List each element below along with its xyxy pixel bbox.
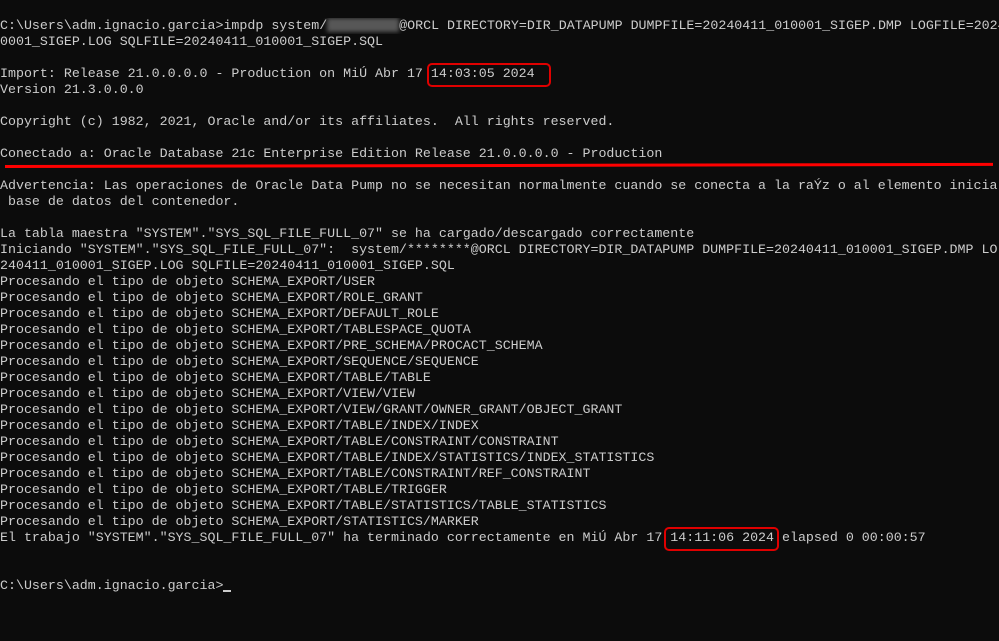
processing-line: Procesando el tipo de objeto SCHEMA_EXPO… — [0, 322, 471, 337]
end-time-highlight — [664, 527, 779, 551]
prompt-line: C:\Users\adm.ignacio.garcia> — [0, 578, 999, 594]
command-line: C:\Users\adm.ignacio.garcia>impdp system… — [0, 18, 999, 34]
finished-line: El trabajo "SYSTEM"."SYS_SQL_FILE_FULL_0… — [0, 530, 999, 546]
prompt: C:\Users\adm.ignacio.garcia> — [0, 578, 224, 593]
starting-line: 240411_010001_SIGEP.LOG SQLFILE=20240411… — [0, 258, 455, 273]
start-time-highlight — [427, 63, 551, 87]
processing-line: Procesando el tipo de objeto SCHEMA_EXPO… — [0, 450, 655, 465]
command-text: impdp system/ — [223, 18, 328, 33]
master-table-line: La tabla maestra "SYSTEM"."SYS_SQL_FILE_… — [0, 226, 695, 241]
processing-line: Procesando el tipo de objeto SCHEMA_EXPO… — [0, 418, 479, 433]
warning-line: Advertencia: Las operaciones de Oracle D… — [0, 178, 998, 193]
warning-line: base de datos del contenedor. — [0, 194, 240, 209]
prompt: C:\Users\adm.ignacio.garcia> — [0, 18, 224, 33]
processing-line: Procesando el tipo de objeto SCHEMA_EXPO… — [0, 434, 559, 449]
processing-line: Procesando el tipo de objeto SCHEMA_EXPO… — [0, 402, 623, 417]
processing-line: Procesando el tipo de objeto SCHEMA_EXPO… — [0, 338, 543, 353]
cursor — [223, 590, 232, 592]
redacted-password — [327, 18, 400, 33]
terminal-output[interactable]: C:\Users\adm.ignacio.garcia>impdp system… — [0, 2, 999, 594]
command-text: @ORCL DIRECTORY=DIR_DATAPUMP DUMPFILE=20… — [399, 18, 999, 33]
finished-text: El trabajo "SYSTEM"."SYS_SQL_FILE_FULL_0… — [0, 530, 671, 545]
processing-line: Procesando el tipo de objeto SCHEMA_EXPO… — [0, 466, 591, 481]
elapsed-text: elapsed 0 00:00:57 — [774, 530, 926, 545]
starting-line: Iniciando "SYSTEM"."SYS_SQL_FILE_FULL_07… — [0, 242, 998, 257]
command-wrap: 0001_SIGEP.LOG SQLFILE=20240411_010001_S… — [0, 34, 384, 49]
processing-line: Procesando el tipo de objeto SCHEMA_EXPO… — [0, 498, 607, 513]
copyright-line: Copyright (c) 1982, 2021, Oracle and/or … — [0, 114, 615, 129]
connected-line: Conectado a: Oracle Database 21c Enterpr… — [0, 146, 663, 161]
processing-line: Procesando el tipo de objeto SCHEMA_EXPO… — [0, 514, 479, 529]
processing-line: Procesando el tipo de objeto SCHEMA_EXPO… — [0, 290, 423, 305]
cut-off-line — [0, 2, 999, 18]
processing-line: Procesando el tipo de objeto SCHEMA_EXPO… — [0, 306, 439, 321]
processing-line: Procesando el tipo de objeto SCHEMA_EXPO… — [0, 482, 447, 497]
processing-line: Procesando el tipo de objeto SCHEMA_EXPO… — [0, 370, 431, 385]
processing-line: Procesando el tipo de objeto SCHEMA_EXPO… — [0, 386, 415, 401]
processing-line: Procesando el tipo de objeto SCHEMA_EXPO… — [0, 354, 479, 369]
processing-line: Procesando el tipo de objeto SCHEMA_EXPO… — [0, 274, 376, 289]
import-text: Import: Release 21.0.0.0.0 - Production … — [0, 66, 431, 81]
